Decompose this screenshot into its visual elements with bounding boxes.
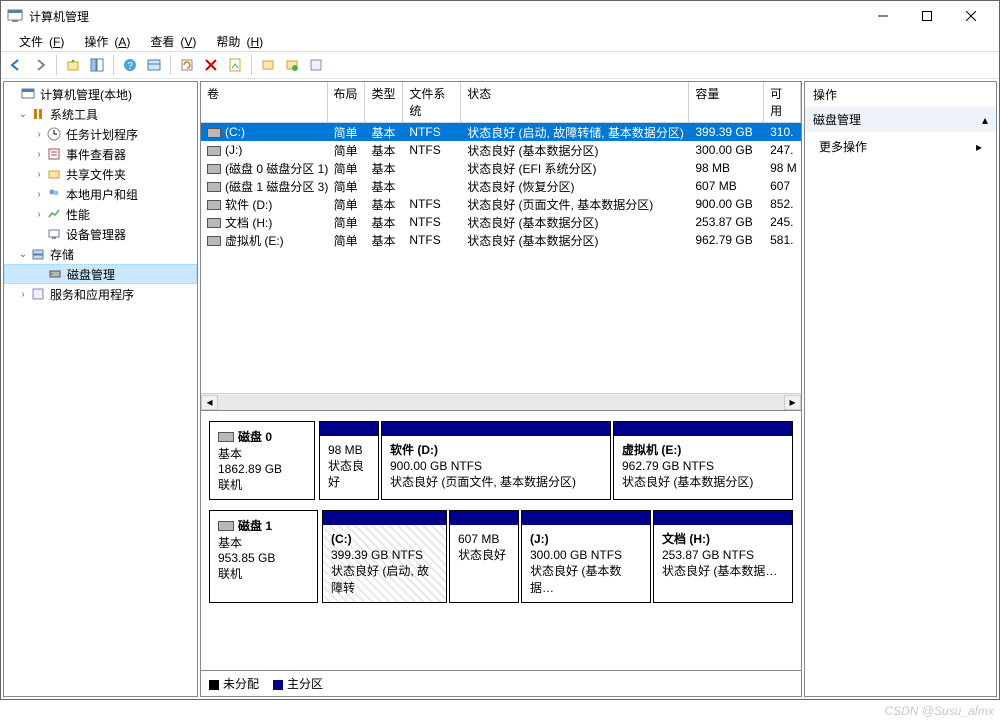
delete-button[interactable] — [200, 54, 222, 76]
help-button[interactable]: ? — [119, 54, 141, 76]
actions-more[interactable]: 更多操作▸ — [805, 132, 996, 161]
action3-button[interactable] — [305, 54, 327, 76]
tree-event-viewer[interactable]: ›事件查看器 — [4, 144, 197, 164]
tree-device-manager[interactable]: 设备管理器 — [4, 224, 197, 244]
menubar: 文件(F) 操作(A) 查看(V) 帮助(H) — [1, 31, 999, 51]
col-free[interactable]: 可用 — [764, 82, 801, 122]
tree-services[interactable]: ›服务和应用程序 — [4, 284, 197, 304]
partition[interactable]: 软件 (D:)900.00 GB NTFS状态良好 (页面文件, 基本数据分区) — [381, 421, 611, 500]
scroll-right-button[interactable]: ▸ — [784, 395, 801, 410]
col-status[interactable]: 状态 — [461, 82, 689, 122]
disk-graphic-area[interactable]: 磁盘 0基本1862.89 GB联机98 MB状态良好软件 (D:)900.00… — [201, 410, 801, 670]
partition[interactable]: (C:)399.39 GB NTFS状态良好 (启动, 故障转 — [322, 510, 447, 603]
actions-pane: 操作 磁盘管理▴ 更多操作▸ — [804, 81, 997, 697]
menu-action[interactable]: 操作(A) — [72, 32, 136, 51]
action2-button[interactable] — [281, 54, 303, 76]
volume-list-header[interactable]: 卷 布局 类型 文件系统 状态 容量 可用 — [201, 82, 801, 123]
up-button[interactable] — [62, 54, 84, 76]
partition[interactable]: 虚拟机 (E:)962.79 GB NTFS状态良好 (基本数据分区) — [613, 421, 793, 500]
legend: 未分配 主分区 — [201, 670, 801, 696]
tree-performance[interactable]: ›性能 — [4, 204, 197, 224]
partition[interactable]: 607 MB状态良好 — [449, 510, 519, 603]
menu-view[interactable]: 查看(V) — [138, 32, 202, 51]
volume-row[interactable]: 文档 (H:)简单基本NTFS状态良好 (基本数据分区)253.87 GB245… — [201, 213, 801, 231]
volume-row[interactable]: 软件 (D:)简单基本NTFS状态良好 (页面文件, 基本数据分区)900.00… — [201, 195, 801, 213]
disk-block[interactable]: 磁盘 0基本1862.89 GB联机98 MB状态良好软件 (D:)900.00… — [209, 421, 793, 500]
view-button[interactable] — [143, 54, 165, 76]
col-fs[interactable]: 文件系统 — [403, 82, 461, 122]
window-title: 计算机管理 — [29, 8, 861, 25]
minimize-button[interactable] — [861, 1, 905, 31]
app-icon — [7, 8, 23, 24]
disk-info[interactable]: 磁盘 0基本1862.89 GB联机 — [209, 421, 315, 500]
partition[interactable]: 98 MB状态良好 — [319, 421, 379, 500]
col-volume[interactable]: 卷 — [201, 82, 328, 122]
collapse-icon: ▴ — [982, 113, 988, 127]
volume-row[interactable]: (J:)简单基本NTFS状态良好 (基本数据分区)300.00 GB247. — [201, 141, 801, 159]
col-capacity[interactable]: 容量 — [689, 82, 764, 122]
back-button[interactable] — [5, 54, 27, 76]
menu-help[interactable]: 帮助(H) — [204, 32, 269, 51]
tree-shared-folders[interactable]: ›共享文件夹 — [4, 164, 197, 184]
watermark: CSDN @Susu_afmx — [884, 704, 994, 718]
menu-file[interactable]: 文件(F) — [7, 32, 70, 51]
legend-unalloc: 未分配 — [209, 675, 259, 692]
volume-row[interactable]: (磁盘 0 磁盘分区 1)简单基本状态良好 (EFI 系统分区)98 MB98 … — [201, 159, 801, 177]
forward-button[interactable] — [29, 54, 51, 76]
col-type[interactable]: 类型 — [365, 82, 403, 122]
refresh-button[interactable] — [176, 54, 198, 76]
volume-row[interactable]: (C:)简单基本NTFS状态良好 (启动, 故障转储, 基本数据分区)399.3… — [201, 123, 801, 141]
scroll-track[interactable] — [218, 395, 784, 410]
disk-info[interactable]: 磁盘 1基本953.85 GB联机 — [209, 510, 318, 603]
maximize-button[interactable] — [905, 1, 949, 31]
tree-system-tools[interactable]: ⌄系统工具 — [4, 104, 197, 124]
legend-primary: 主分区 — [273, 675, 323, 692]
navigation-tree[interactable]: 计算机管理(本地) ⌄系统工具 ›任务计划程序 ›事件查看器 ›共享文件夹 ›本… — [3, 81, 198, 697]
properties-button[interactable] — [224, 54, 246, 76]
show-hide-tree-button[interactable] — [86, 54, 108, 76]
svg-text:?: ? — [127, 61, 133, 72]
toolbar: ? — [1, 51, 999, 79]
partition[interactable]: (J:)300.00 GB NTFS状态良好 (基本数据… — [521, 510, 651, 603]
partition[interactable]: 文档 (H:)253.87 GB NTFS状态良好 (基本数据… — [653, 510, 793, 603]
titlebar[interactable]: 计算机管理 — [1, 1, 999, 31]
tree-disk-management[interactable]: 磁盘管理 — [4, 264, 197, 284]
volume-list[interactable]: (C:)简单基本NTFS状态良好 (启动, 故障转储, 基本数据分区)399.3… — [201, 123, 801, 393]
main-pane: 卷 布局 类型 文件系统 状态 容量 可用 (C:)简单基本NTFS状态良好 (… — [200, 81, 802, 697]
close-button[interactable] — [949, 1, 993, 31]
tree-local-users[interactable]: ›本地用户和组 — [4, 184, 197, 204]
window-frame: 计算机管理 文件(F) 操作(A) 查看(V) 帮助(H) ? 计算机管理(本 — [0, 0, 1000, 700]
tree-storage[interactable]: ⌄存储 — [4, 244, 197, 264]
tree-root[interactable]: 计算机管理(本地) — [4, 84, 197, 104]
horizontal-scrollbar[interactable]: ◂ ▸ — [201, 393, 801, 410]
chevron-right-icon: ▸ — [976, 140, 982, 154]
col-layout[interactable]: 布局 — [328, 82, 366, 122]
volume-row[interactable]: 虚拟机 (E:)简单基本NTFS状态良好 (基本数据分区)962.79 GB58… — [201, 231, 801, 249]
actions-header: 操作 — [805, 82, 996, 107]
disk-block[interactable]: 磁盘 1基本953.85 GB联机(C:)399.39 GB NTFS状态良好 … — [209, 510, 793, 603]
scroll-left-button[interactable]: ◂ — [201, 395, 218, 410]
tree-task-scheduler[interactable]: ›任务计划程序 — [4, 124, 197, 144]
action1-button[interactable] — [257, 54, 279, 76]
actions-section-diskmgmt[interactable]: 磁盘管理▴ — [805, 107, 996, 132]
volume-row[interactable]: (磁盘 1 磁盘分区 3)简单基本状态良好 (恢复分区)607 MB607 — [201, 177, 801, 195]
